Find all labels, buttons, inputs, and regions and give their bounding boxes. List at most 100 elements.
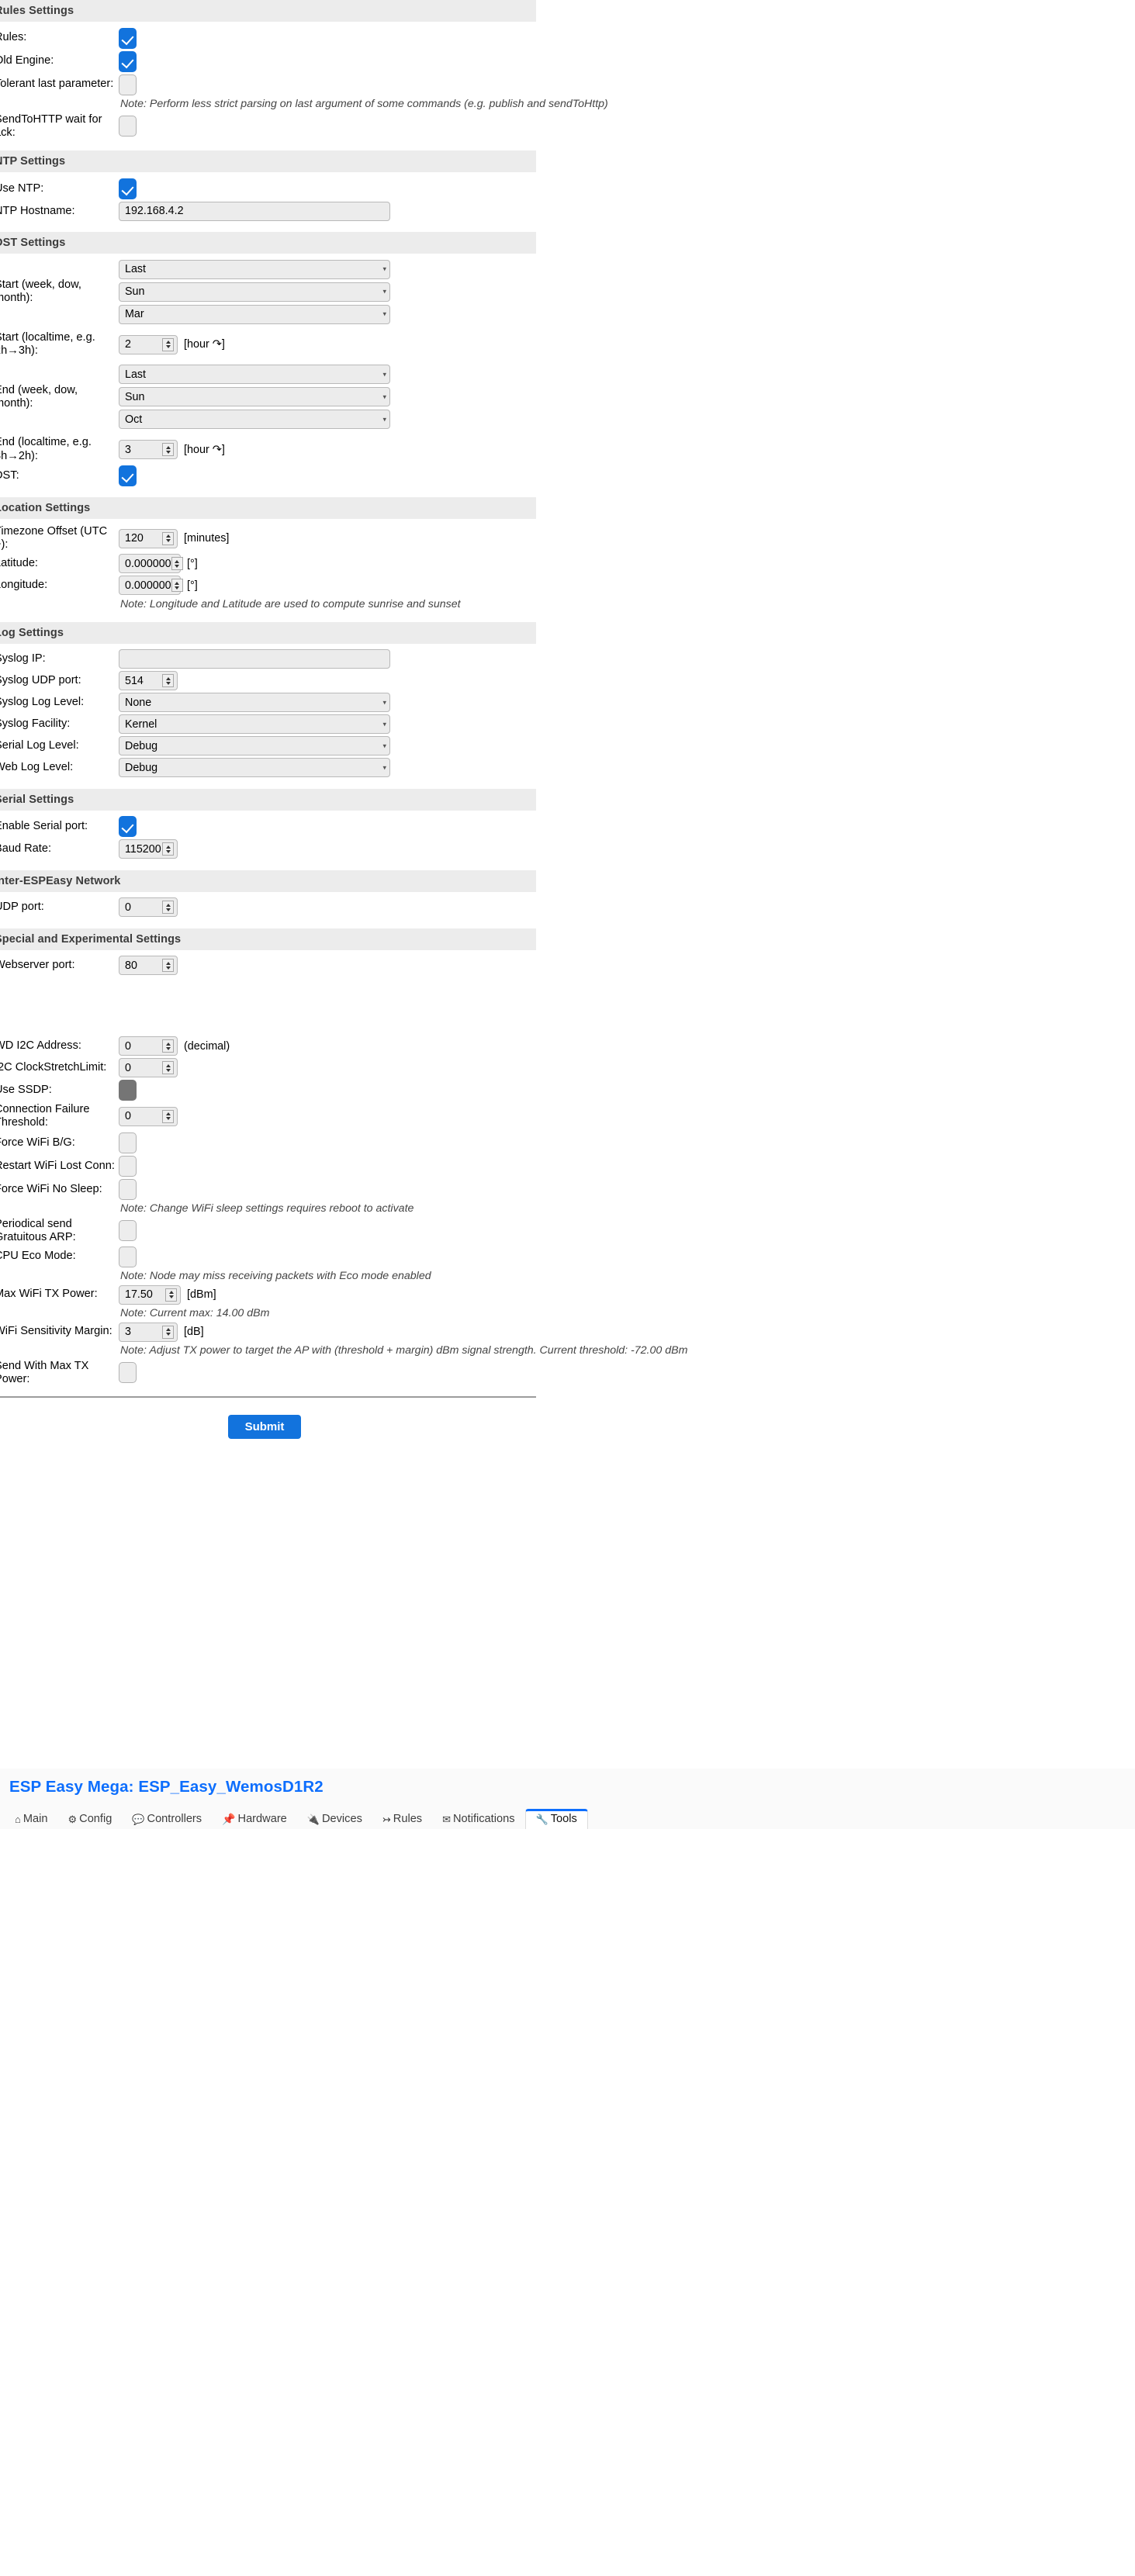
spinner-udp-port[interactable]: 0 — [119, 897, 178, 918]
tab-devices-label: Devices — [321, 1813, 362, 1825]
chevron-down-icon: ▾ — [382, 265, 386, 273]
checkbox-sendtohttp-wait-ack[interactable] — [119, 116, 137, 137]
label-syslog-udp-port: Syslog UDP port: — [0, 674, 81, 687]
checkbox-enable-serial-port[interactable] — [119, 816, 137, 838]
unit-timezone-minutes: [minutes] — [184, 532, 230, 545]
spinner-arrows-icon[interactable] — [162, 674, 174, 688]
field-row-syslog-ip: Syslog IP: — [0, 648, 1135, 670]
field-row-dst-end: End (week, dow, month): Last ▾ Sun ▾ Oct… — [0, 364, 1135, 430]
checkbox-send-with-max-tx-power[interactable] — [119, 1362, 137, 1384]
select-serial-log-level[interactable]: Debug ▾ — [119, 736, 390, 756]
spinner-wifi-sensitivity-margin[interactable]: 3 — [119, 1322, 178, 1342]
spinner-arrows-icon[interactable] — [162, 959, 174, 973]
checkbox-force-wifi-no-sleep[interactable] — [119, 1178, 137, 1200]
spinner-i2c-clockstretchlimit[interactable]: 0 — [119, 1058, 178, 1078]
spinner-syslog-udp-port-value: 514 — [125, 674, 144, 687]
field-row-tolerant: Tolerant last parameter: — [0, 73, 1135, 96]
tab-notifications[interactable]: ✉ Notifications — [432, 1810, 524, 1829]
spinner-arrows-icon[interactable] — [162, 842, 174, 856]
spinner-dst-end-hour-value: 3 — [125, 443, 131, 456]
input-syslog-ip[interactable] — [119, 649, 390, 669]
select-dst-end-month[interactable]: Oct ▾ — [119, 410, 390, 430]
section-header-dst: DST Settings — [0, 232, 536, 254]
checkbox-old-engine[interactable] — [119, 50, 137, 72]
label-udp-port: UDP port: — [0, 901, 44, 914]
section-header-serial: Serial Settings — [0, 788, 536, 811]
spinner-dst-end-hour[interactable]: 3 — [119, 440, 178, 460]
unit-latitude-degrees: [°] — [187, 557, 198, 570]
select-syslog-log-level-value: None — [125, 696, 152, 709]
field-row-wd-i2c-address: WD I2C Address: 0 (decimal) — [0, 1036, 1135, 1057]
label-cpu-eco-mode: CPU Eco Mode: — [0, 1250, 76, 1263]
tab-hardware[interactable]: 📌 Hardware — [212, 1810, 297, 1829]
select-serial-log-level-value: Debug — [125, 739, 158, 752]
unit-db: [dB] — [184, 1326, 204, 1339]
spinner-latitude[interactable]: 0.000000 — [119, 554, 183, 574]
label-dst-start: Start (week, dow, month): — [0, 278, 81, 305]
chevron-down-icon: ▾ — [382, 287, 386, 296]
select-syslog-facility[interactable]: Kernel ▾ — [119, 714, 390, 735]
spinner-webserver-port[interactable]: 80 — [119, 956, 178, 976]
checkbox-force-wifi-bg[interactable] — [119, 1132, 137, 1153]
spinner-longitude-value: 0.000000 — [125, 579, 171, 592]
spinner-longitude[interactable]: 0.000000 — [119, 576, 183, 596]
section-header-ntp: NTP Settings — [0, 150, 536, 173]
spinner-arrows-icon[interactable] — [162, 901, 174, 915]
tab-tools[interactable]: 🔧 Tools — [524, 1809, 588, 1829]
checkbox-periodical-gratuitous-arp[interactable] — [119, 1220, 137, 1242]
section-header-special: Special and Experimental Settings — [0, 928, 536, 950]
spinner-timezone-offset[interactable]: 120 — [119, 528, 178, 548]
spinner-timezone-offset-value: 120 — [125, 532, 144, 545]
spinner-arrows-icon[interactable] — [165, 1288, 177, 1302]
checkbox-use-ssdp — [119, 1080, 137, 1101]
spinner-arrows-icon[interactable] — [162, 1039, 174, 1053]
select-web-log-level[interactable]: Debug ▾ — [119, 758, 390, 778]
tab-devices[interactable]: 🔌 Devices — [297, 1810, 372, 1829]
select-dst-start-dow[interactable]: Sun ▾ — [119, 282, 390, 302]
select-dst-end-week[interactable]: Last ▾ — [119, 365, 390, 385]
tab-rules[interactable]: ↣ Rules — [372, 1810, 432, 1829]
checkbox-tolerant-last-parameter[interactable] — [119, 74, 137, 95]
label-max-wifi-tx-power: Max WiFi TX Power: — [0, 1288, 98, 1301]
field-row-rules: Rules: — [0, 26, 1135, 50]
checkbox-use-ntp[interactable] — [119, 178, 137, 199]
spinner-syslog-udp-port[interactable]: 514 — [119, 671, 178, 691]
spinner-arrows-icon[interactable] — [162, 531, 174, 545]
spinner-connection-failure-threshold[interactable]: 0 — [119, 1106, 178, 1126]
chevron-down-icon: ▾ — [382, 415, 386, 424]
select-dst-start-month[interactable]: Mar ▾ — [119, 304, 390, 324]
spinner-arrows-icon[interactable] — [171, 579, 183, 593]
spinner-baud-rate[interactable]: 115200 — [119, 839, 178, 859]
field-row-dst-enable: DST: — [0, 464, 1135, 487]
spinner-arrows-icon[interactable] — [162, 443, 174, 457]
section-header-log: Log Settings — [0, 621, 536, 644]
spinner-arrows-icon[interactable] — [171, 557, 183, 571]
select-dst-end-dow[interactable]: Sun ▾ — [119, 387, 390, 407]
field-row-syslog-log-level: Syslog Log Level: None ▾ — [0, 692, 1135, 714]
spinner-wd-i2c-address[interactable]: 0 — [119, 1036, 178, 1056]
tab-config[interactable]: ⚙ Config — [58, 1810, 123, 1829]
select-dst-end-month-value: Oct — [125, 413, 143, 426]
tab-controllers[interactable]: 💬 Controllers — [122, 1810, 212, 1829]
label-syslog-ip: Syslog IP: — [0, 652, 46, 666]
input-ntp-hostname[interactable] — [119, 201, 390, 221]
checkbox-cpu-eco-mode[interactable] — [119, 1246, 137, 1267]
chevron-down-icon: ▾ — [382, 392, 386, 401]
tab-main[interactable]: ⌂ Main — [5, 1810, 58, 1829]
checkbox-dst[interactable] — [119, 465, 137, 486]
field-row-enable-serial: Enable Serial port: — [0, 815, 1135, 838]
submit-button[interactable]: Submit — [227, 1415, 302, 1440]
spinner-dst-start-hour[interactable]: 2 — [119, 334, 178, 354]
label-longitude: Longitude: — [0, 579, 48, 592]
select-syslog-log-level[interactable]: None ▾ — [119, 693, 390, 713]
checkbox-restart-wifi-lost-conn[interactable] — [119, 1155, 137, 1177]
spinner-arrows-icon[interactable] — [162, 1325, 174, 1339]
spinner-arrows-icon[interactable] — [162, 337, 174, 351]
select-dst-start-week[interactable]: Last ▾ — [119, 259, 390, 279]
label-timezone-offset: Timezone Offset (UTC +): — [0, 524, 108, 552]
checkbox-rules[interactable] — [119, 27, 137, 49]
spinner-max-wifi-tx-power[interactable]: 17.50 — [119, 1285, 181, 1305]
spinner-arrows-icon[interactable] — [162, 1109, 174, 1123]
spinner-arrows-icon[interactable] — [162, 1061, 174, 1075]
field-row-udp-port: UDP port: 0 — [0, 897, 1135, 918]
